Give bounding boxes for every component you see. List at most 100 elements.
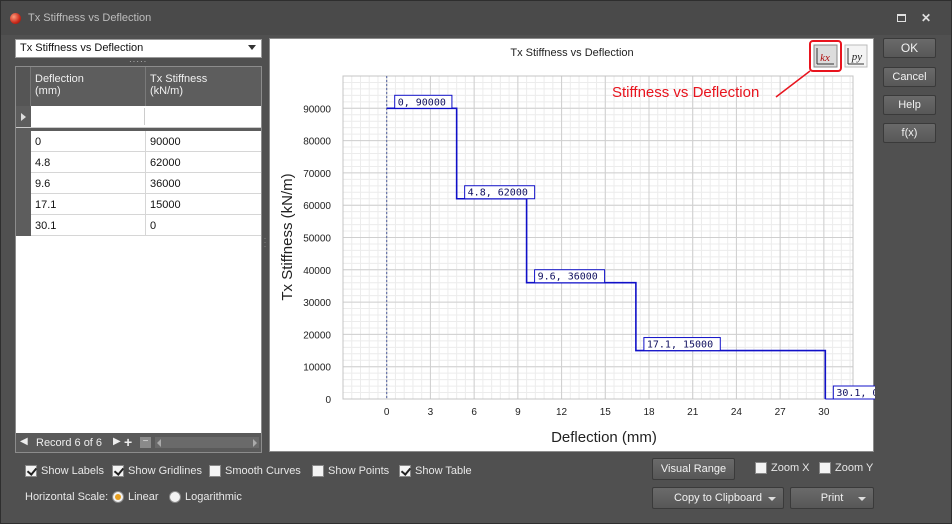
- x-tick-label: 9: [515, 407, 521, 418]
- dataset-select-value: Tx Stiffness vs Deflection: [20, 42, 144, 54]
- maximize-icon: [896, 14, 906, 22]
- table-row[interactable]: 0 90000: [16, 131, 261, 152]
- chevron-down-icon[interactable]: [768, 497, 776, 501]
- logarithmic-label: Logarithmic: [185, 491, 242, 503]
- x-tick-label: 6: [471, 407, 477, 418]
- radio-dot[interactable]: [112, 491, 124, 503]
- stiffness-cell[interactable]: 36000: [150, 178, 181, 190]
- x-tick-label: 3: [428, 407, 434, 418]
- table-row[interactable]: 30.1 0: [16, 215, 261, 236]
- visual-range-button[interactable]: Visual Range: [652, 458, 735, 480]
- y-tick-label: 80000: [303, 137, 331, 148]
- chart-series: [386, 107, 827, 399]
- next-record-button[interactable]: ▶: [113, 436, 121, 447]
- annotation-text: Stiffness vs Deflection: [612, 84, 759, 101]
- show-gridlines-label: Show Gridlines: [128, 465, 202, 477]
- deflection-cell[interactable]: 0: [35, 136, 41, 148]
- chart-title: Tx Stiffness vs Deflection: [510, 47, 633, 59]
- vertical-splitter-handle[interactable]: · · ·: [264, 236, 267, 250]
- checkbox-box[interactable]: [755, 462, 767, 474]
- py-icon: py: [851, 51, 863, 63]
- ok-button[interactable]: OK: [883, 38, 936, 58]
- series-line: [386, 107, 827, 399]
- record-label: Record 6 of 6: [36, 437, 103, 449]
- x-axis-label: Deflection (mm): [551, 429, 657, 446]
- cell-divider: [145, 194, 146, 215]
- data-label-text: 4.8, 62000: [468, 188, 528, 199]
- previous-record-button[interactable]: ◀: [20, 436, 28, 447]
- stiffness-cell[interactable]: 90000: [150, 136, 181, 148]
- dataset-select[interactable]: Tx Stiffness vs Deflection: [15, 39, 262, 58]
- scroll-left-icon[interactable]: [157, 439, 161, 447]
- x-tick-label: 24: [731, 407, 743, 418]
- add-record-button[interactable]: +: [124, 434, 132, 450]
- y-tick-label: 20000: [303, 330, 331, 341]
- checkbox-box[interactable]: [209, 465, 221, 477]
- window-title: Tx Stiffness vs Deflection: [28, 12, 152, 24]
- chart-panel: 0 3 6 9 12 15 18 21 24 27 30 0 10000 20000 30000 40000 5…: [269, 38, 875, 452]
- horizontal-scrollbar[interactable]: [155, 437, 259, 448]
- row-header[interactable]: [16, 106, 31, 127]
- row-header[interactable]: [16, 131, 31, 152]
- fx-button[interactable]: f(x): [883, 123, 936, 143]
- x-tick-label: 12: [556, 407, 568, 418]
- deflection-cell[interactable]: 4.8: [35, 157, 50, 169]
- radio-dot[interactable]: [169, 491, 181, 503]
- show-points-label: Show Points: [328, 465, 390, 477]
- data-label: 9.6, 36000: [526, 269, 606, 284]
- new-row[interactable]: [16, 106, 261, 128]
- remove-record-button[interactable]: −: [140, 437, 151, 448]
- print-button[interactable]: Print: [790, 487, 874, 509]
- cancel-button[interactable]: Cancel: [883, 67, 936, 87]
- data-label: 0, 90000: [386, 94, 453, 109]
- annotation-arrow: [775, 70, 811, 98]
- help-button[interactable]: Help: [883, 95, 936, 115]
- deflection-cell[interactable]: 17.1: [35, 199, 56, 211]
- y-tick-label: 40000: [303, 266, 331, 277]
- row-header[interactable]: [16, 152, 31, 173]
- table-row[interactable]: 9.6 36000: [16, 173, 261, 194]
- cell-divider: [145, 131, 146, 152]
- chevron-down-icon: [248, 45, 256, 50]
- row-pointer-icon: [21, 113, 26, 121]
- splitter-handle[interactable]: ·····: [129, 58, 146, 66]
- deflection-cell[interactable]: 9.6: [35, 178, 50, 190]
- checkbox-box[interactable]: [819, 462, 831, 474]
- row-header[interactable]: [16, 215, 31, 236]
- y-tick-label: 0: [325, 395, 331, 406]
- data-label-text: 9.6, 36000: [538, 272, 598, 283]
- grid-corner[interactable]: [16, 67, 31, 106]
- data-label-text: 30.1, 0: [836, 388, 875, 399]
- new-row-deflection-cell[interactable]: [33, 108, 145, 125]
- y-tick-label: 50000: [303, 234, 331, 245]
- checkbox-box[interactable]: [112, 465, 124, 477]
- checkbox-box[interactable]: [25, 465, 37, 477]
- smooth-curves-label: Smooth Curves: [225, 465, 301, 477]
- deflection-cell[interactable]: 30.1: [35, 220, 56, 232]
- scroll-right-icon[interactable]: [253, 439, 257, 447]
- table-row[interactable]: 4.8 62000: [16, 152, 261, 173]
- data-label: 4.8, 62000: [456, 185, 536, 200]
- data-label-text: 17.1, 15000: [647, 340, 713, 351]
- show-table-label: Show Table: [415, 465, 472, 477]
- chevron-down-icon[interactable]: [858, 497, 866, 501]
- row-header[interactable]: [16, 194, 31, 215]
- stiffness-chart-toggle-button[interactable]: kx: [809, 40, 842, 72]
- checkbox-box[interactable]: [399, 465, 411, 477]
- copy-to-clipboard-button[interactable]: Copy to Clipboard: [652, 487, 784, 509]
- py-chart-toggle-button[interactable]: py: [844, 44, 868, 68]
- checkbox-box[interactable]: [312, 465, 324, 477]
- maximize-button[interactable]: [895, 12, 907, 24]
- show-labels-label: Show Labels: [41, 465, 104, 477]
- cell-divider: [145, 152, 146, 173]
- table-row[interactable]: 17.1 15000: [16, 194, 261, 215]
- stiffness-cell[interactable]: 15000: [150, 199, 181, 211]
- close-button[interactable]: ✕: [920, 12, 932, 24]
- stiffness-cell[interactable]: 62000: [150, 157, 181, 169]
- column-header-stiffness[interactable]: Tx Stiffness (kN/m): [150, 73, 207, 97]
- column-header-deflection[interactable]: Deflection (mm): [35, 73, 84, 97]
- column-divider[interactable]: [145, 67, 146, 106]
- title-bar[interactable]: Tx Stiffness vs Deflection ✕: [1, 1, 951, 35]
- stiffness-cell[interactable]: 0: [150, 220, 156, 232]
- row-header[interactable]: [16, 173, 31, 194]
